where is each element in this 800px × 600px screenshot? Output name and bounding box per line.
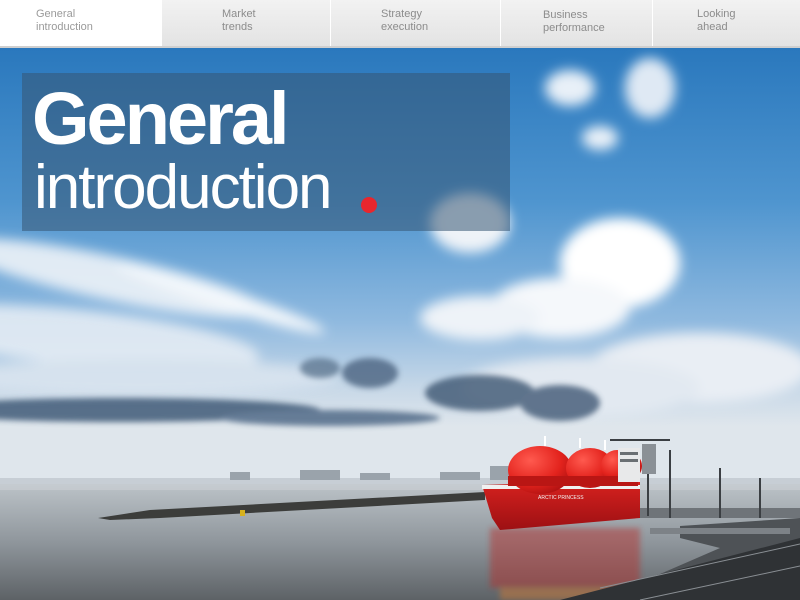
red-accent-dot [361,197,377,213]
tab-label-line2: introduction [36,21,93,33]
title-panel: General introduction [22,73,510,231]
tab-label-line2: trends [222,21,253,33]
tab-label-line1: General [36,8,76,20]
tab-market-trends[interactable]: Market trends [162,0,331,46]
tab-label-line1: Market [222,8,256,20]
tab-label-line2: ahead [697,21,728,33]
tab-looking-ahead[interactable]: Looking ahead [653,0,800,46]
slide-page: General introduction Market trends Strat… [0,0,800,600]
tab-strategy-execution[interactable]: Strategy execution [331,0,501,46]
slide-title: General [32,77,290,160]
tab-label-line1: Looking [697,8,736,20]
slide-subtitle: introduction [34,153,333,222]
tab-label-line2: performance [543,22,605,34]
ship-name-text: ARCTIC PRINCESS [538,495,584,501]
tab-label-line1: Business [543,9,588,21]
tab-general-introduction[interactable]: General introduction [0,0,162,46]
tab-label-line2: execution [381,21,429,33]
tab-business-performance[interactable]: Business performance [501,0,653,46]
tab-label-line1: Strategy [381,8,422,20]
section-tab-bar: General introduction Market trends Strat… [0,0,800,48]
